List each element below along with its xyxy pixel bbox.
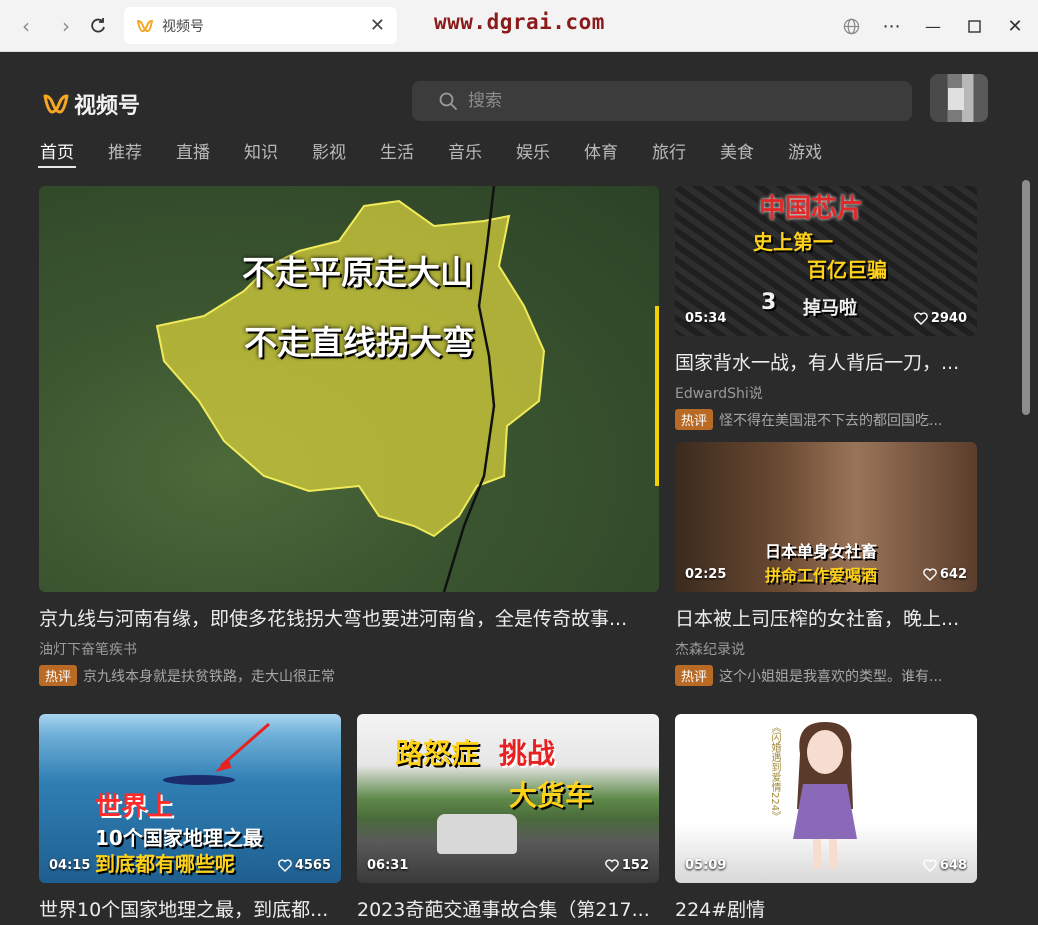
like-count-value: 648 <box>939 858 967 873</box>
search-box[interactable] <box>412 81 912 121</box>
tab-sports[interactable]: 体育 <box>584 138 618 168</box>
overlay-text: 掉马啦 <box>803 298 857 319</box>
video-title[interactable]: 224#剧情 <box>675 895 977 922</box>
like-count[interactable]: 648 <box>923 858 967 873</box>
overlay-text: 不走直线拐大弯 <box>244 323 475 362</box>
video-card-featured[interactable]: 不走平原走大山 不走直线拐大弯 京九线与河南有缘，即使多花钱拐大弯也要进河南省，… <box>39 186 659 686</box>
tab-travel[interactable]: 旅行 <box>652 138 686 168</box>
like-count-value: 152 <box>621 858 649 873</box>
video-thumbnail[interactable]: 日本单身女社畜 拼命工作爱喝酒 02:25 642 <box>675 442 977 592</box>
like-count-value: 4565 <box>294 858 331 873</box>
search-icon <box>439 92 457 110</box>
video-duration: 06:31 <box>367 858 409 873</box>
overlay-text: 不走平原走大山 <box>242 253 473 292</box>
tab-games[interactable]: 游戏 <box>788 138 822 168</box>
overlay-text: 路怒症 <box>395 737 480 770</box>
overlay-text: 到底都有哪些呢 <box>95 852 235 876</box>
like-count[interactable]: 642 <box>923 567 967 582</box>
browser-toolbar: ‹ › 视频号 ✕ www.dgrai.com ⋯ — ✕ <box>0 0 1038 52</box>
like-count-value: 2940 <box>930 311 967 326</box>
video-author[interactable]: 油灯下奋笔疾书 <box>39 639 659 659</box>
overlay-text: 百亿巨骗 <box>807 258 887 282</box>
video-thumbnail[interactable]: 世界上 10个国家地理之最 到底都有哪些呢 04:15 4565 <box>39 714 341 883</box>
hot-comment-badge: 热评 <box>675 665 714 686</box>
channels-logo-icon <box>43 94 69 114</box>
video-card[interactable]: 中国芯片 史上第一 百亿巨骗 3 掉马啦 05:34 2940 国家背水一战，有… <box>675 186 977 430</box>
hot-comment-badge: 热评 <box>39 665 78 686</box>
overlay-text: 拼命工作爱喝酒 <box>765 566 878 585</box>
video-card[interactable]: 日本单身女社畜 拼命工作爱喝酒 02:25 642 日本被上司压榨的女社畜，晚上… <box>675 442 977 686</box>
overlay-text: 大货车 <box>509 779 594 812</box>
close-icon[interactable]: ✕ <box>370 15 385 36</box>
like-count[interactable]: 2940 <box>914 311 967 326</box>
video-title[interactable]: 国家背水一战，有人背后一刀，... <box>675 348 977 375</box>
like-count-value: 642 <box>939 567 967 582</box>
tab-knowledge[interactable]: 知识 <box>244 138 278 168</box>
overlay-text: 10个国家地理之最 <box>95 826 263 850</box>
video-thumbnail[interactable]: 路怒症 挑战 大货车 06:31 152 <box>357 714 659 883</box>
car-illustration <box>437 814 517 854</box>
tab-recommend[interactable]: 推荐 <box>108 138 142 168</box>
video-thumbnail[interactable]: 中国芯片 史上第一 百亿巨骗 3 掉马啦 05:34 2940 <box>675 186 977 336</box>
video-duration: 02:25 <box>685 567 727 582</box>
video-card[interactable]: 《闪婚遇到爱情224》 05:09 648 224#剧情 <box>675 714 977 922</box>
tab-home[interactable]: 首页 <box>38 138 76 168</box>
video-thumbnail[interactable]: 不走平原走大山 不走直线拐大弯 <box>39 186 659 592</box>
tab-entertainment[interactable]: 娱乐 <box>516 138 550 168</box>
video-title[interactable]: 世界10个国家地理之最，到底都... <box>39 895 341 922</box>
scrollbar[interactable] <box>1022 180 1030 415</box>
tab-life[interactable]: 生活 <box>380 138 414 168</box>
tab-food[interactable]: 美食 <box>720 138 754 168</box>
video-title[interactable]: 京九线与河南有缘，即使多花钱拐大弯也要进河南省，全是传奇故事... <box>39 604 659 631</box>
more-icon[interactable]: ⋯ <box>879 14 905 38</box>
video-duration: 05:09 <box>685 858 727 873</box>
heart-icon <box>278 859 292 872</box>
video-thumbnail[interactable]: 《闪婚遇到爱情224》 05:09 648 <box>675 714 977 883</box>
tab-music[interactable]: 音乐 <box>448 138 482 168</box>
window-close-icon[interactable]: ✕ <box>1002 14 1028 38</box>
video-author[interactable]: 杰森纪录说 <box>675 639 977 659</box>
heart-icon <box>923 859 937 872</box>
overlay-text: 史上第一 <box>753 230 833 254</box>
tab-film[interactable]: 影视 <box>312 138 346 168</box>
channels-logo-icon <box>136 19 154 32</box>
tab-live[interactable]: 直播 <box>176 138 210 168</box>
maximize-icon[interactable] <box>961 14 987 38</box>
video-title[interactable]: 日本被上司压榨的女社畜，晚上... <box>675 604 977 631</box>
search-input[interactable] <box>468 91 888 111</box>
browser-tab[interactable]: 视频号 ✕ <box>124 7 397 44</box>
globe-icon[interactable] <box>838 14 864 38</box>
hot-comment-badge: 热评 <box>675 409 714 430</box>
hot-comment-text: 怪不得在美国混不下去的都回国吃... <box>719 412 943 429</box>
forward-icon[interactable]: › <box>52 12 80 40</box>
video-card[interactable]: 世界上 10个国家地理之最 到底都有哪些呢 04:15 4565 世界10个国家… <box>39 714 341 922</box>
video-author[interactable]: EdwardShi说 <box>675 383 977 403</box>
heart-icon <box>605 859 619 872</box>
video-duration: 04:15 <box>49 858 91 873</box>
tab-title: 视频号 <box>162 18 204 35</box>
logo-text: 视频号 <box>74 94 141 119</box>
like-count[interactable]: 4565 <box>278 858 331 873</box>
heart-icon <box>914 312 928 325</box>
watermark: www.dgrai.com <box>434 10 605 34</box>
video-duration: 05:34 <box>685 311 727 326</box>
overlay-text: 日本单身女社畜 <box>765 542 878 561</box>
avatar[interactable] <box>930 74 988 122</box>
hot-comment-text: 京九线本身就是扶贫铁路，走大山很正常 <box>83 668 336 685</box>
back-icon[interactable]: ‹ <box>12 12 40 40</box>
hot-comment-text: 这个小姐姐是我喜欢的类型。谁有... <box>719 668 943 685</box>
reload-icon[interactable] <box>84 12 112 40</box>
overlay-text: 挑战 <box>499 737 556 770</box>
overlay-text: 中国芯片 <box>759 194 864 224</box>
heart-icon <box>923 568 937 581</box>
overlay-text: 世界上 <box>95 792 174 822</box>
video-card[interactable]: 路怒症 挑战 大货车 06:31 152 2023奇葩交通事故合集（第217..… <box>357 714 659 922</box>
minimize-icon[interactable]: — <box>920 14 946 38</box>
like-count[interactable]: 152 <box>605 858 649 873</box>
video-title[interactable]: 2023奇葩交通事故合集（第217... <box>357 895 659 922</box>
overlay-text: 3 <box>761 290 777 315</box>
app-logo[interactable]: 视频号 <box>42 88 140 120</box>
category-tabs: 首页 推荐 直播 知识 影视 生活 音乐 娱乐 体育 旅行 美食 游戏 <box>38 138 856 168</box>
